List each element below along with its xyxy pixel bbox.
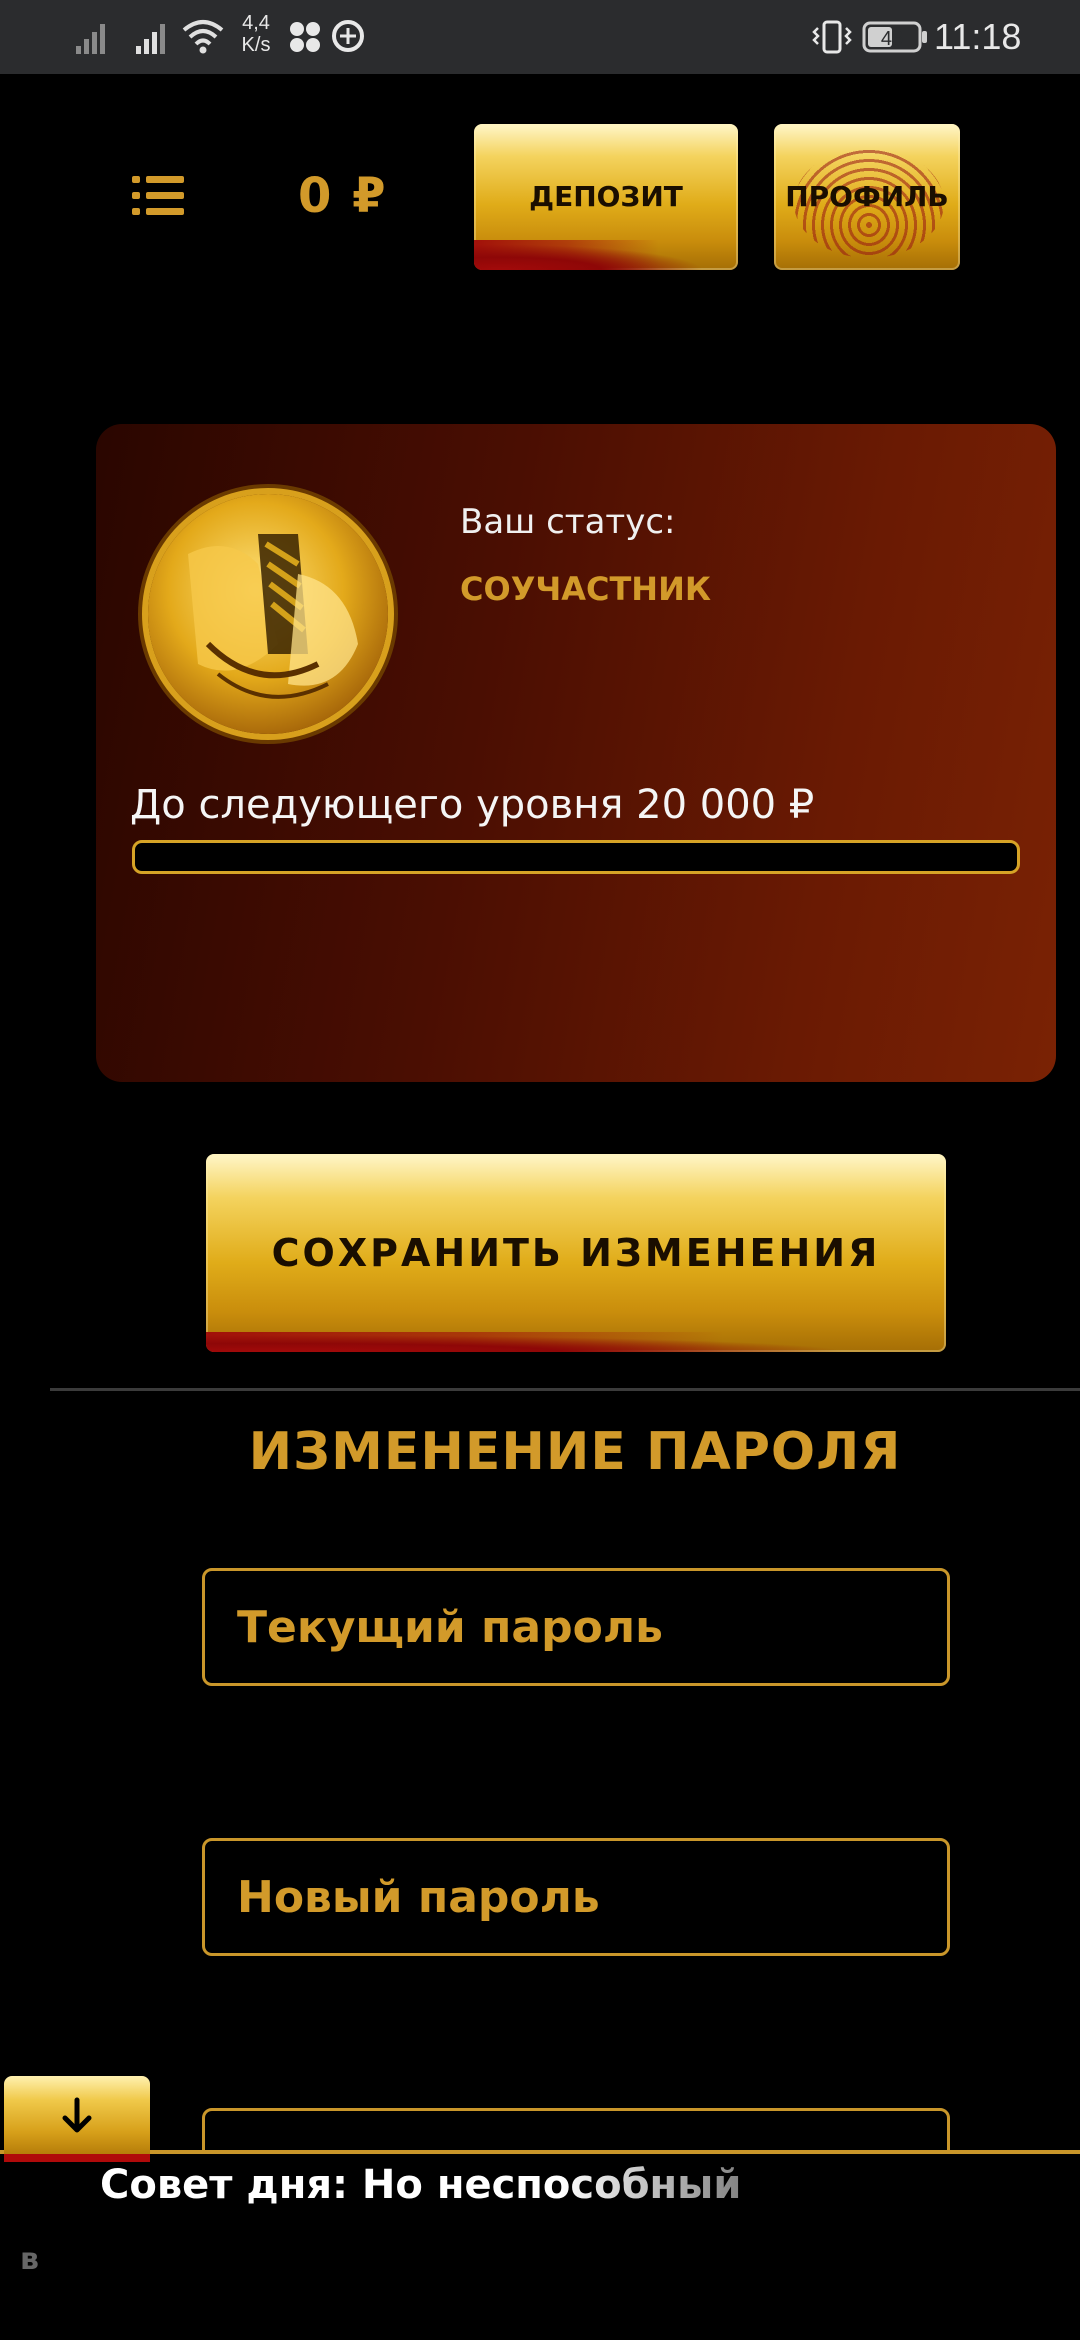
section-divider bbox=[50, 1388, 1080, 1391]
network-speed-unit: K/s bbox=[241, 34, 271, 56]
blood-splash-decoration bbox=[206, 1332, 946, 1352]
new-password-input[interactable] bbox=[202, 1838, 950, 1956]
arrow-down-icon bbox=[62, 2097, 92, 2133]
save-changes-label: СОХРАНИТЬ ИЗМЕНЕНИЯ bbox=[271, 1231, 881, 1275]
game-notification-icon bbox=[330, 18, 366, 54]
cell-signal-icon bbox=[76, 20, 112, 54]
battery-level: 46 bbox=[881, 28, 903, 50]
list-menu-icon bbox=[132, 176, 184, 215]
status-avatar bbox=[148, 494, 388, 734]
tip-second-line: в bbox=[20, 2242, 39, 2277]
app-notification-icon bbox=[288, 20, 322, 54]
current-password-input[interactable] bbox=[202, 1568, 950, 1686]
wifi-icon bbox=[182, 18, 224, 54]
level-progress-bar bbox=[132, 840, 1020, 874]
deposit-label: ДЕПОЗИТ bbox=[529, 180, 683, 213]
next-level-text: До следующего уровня 20 000 ₽ bbox=[130, 782, 815, 828]
profile-page: 4,4 K/s 46 11:18 0 ₽ ДЕПОЗИТ ПРОФИЛЬ Ваш… bbox=[0, 0, 1080, 2340]
deposit-button[interactable]: ДЕПОЗИТ bbox=[474, 124, 738, 270]
status-value: СОУЧАСТНИК bbox=[460, 570, 712, 608]
clock: 11:18 bbox=[934, 16, 1022, 57]
system-status-bar: 4,4 K/s 46 11:18 bbox=[0, 0, 1080, 74]
password-section-title: ИЗМЕНЕНИЕ ПАРОЛЯ bbox=[248, 1422, 902, 1482]
balance: 0 ₽ bbox=[298, 168, 388, 224]
cell-signal-icon-2 bbox=[136, 20, 172, 54]
blood-splash-decoration bbox=[474, 240, 738, 270]
vibrate-icon bbox=[812, 18, 852, 56]
profile-label: ПРОФИЛЬ bbox=[785, 180, 949, 213]
status-card: Ваш статус: СОУЧАСТНИК До следующего уро… bbox=[96, 424, 1056, 1082]
network-speed-value: 4,4 bbox=[242, 12, 270, 34]
network-speed: 4,4 K/s bbox=[236, 12, 276, 56]
battery-icon: 46 bbox=[862, 20, 928, 54]
save-changes-button[interactable]: СОХРАНИТЬ ИЗМЕНЕНИЯ bbox=[206, 1154, 946, 1352]
scroll-down-button[interactable] bbox=[4, 2076, 150, 2162]
status-label: Ваш статус: bbox=[460, 502, 676, 542]
menu-button[interactable] bbox=[130, 172, 186, 220]
accomplice-emblem-icon bbox=[188, 534, 358, 699]
profile-button[interactable]: ПРОФИЛЬ bbox=[774, 124, 960, 270]
tip-text-fade bbox=[560, 2156, 820, 2226]
